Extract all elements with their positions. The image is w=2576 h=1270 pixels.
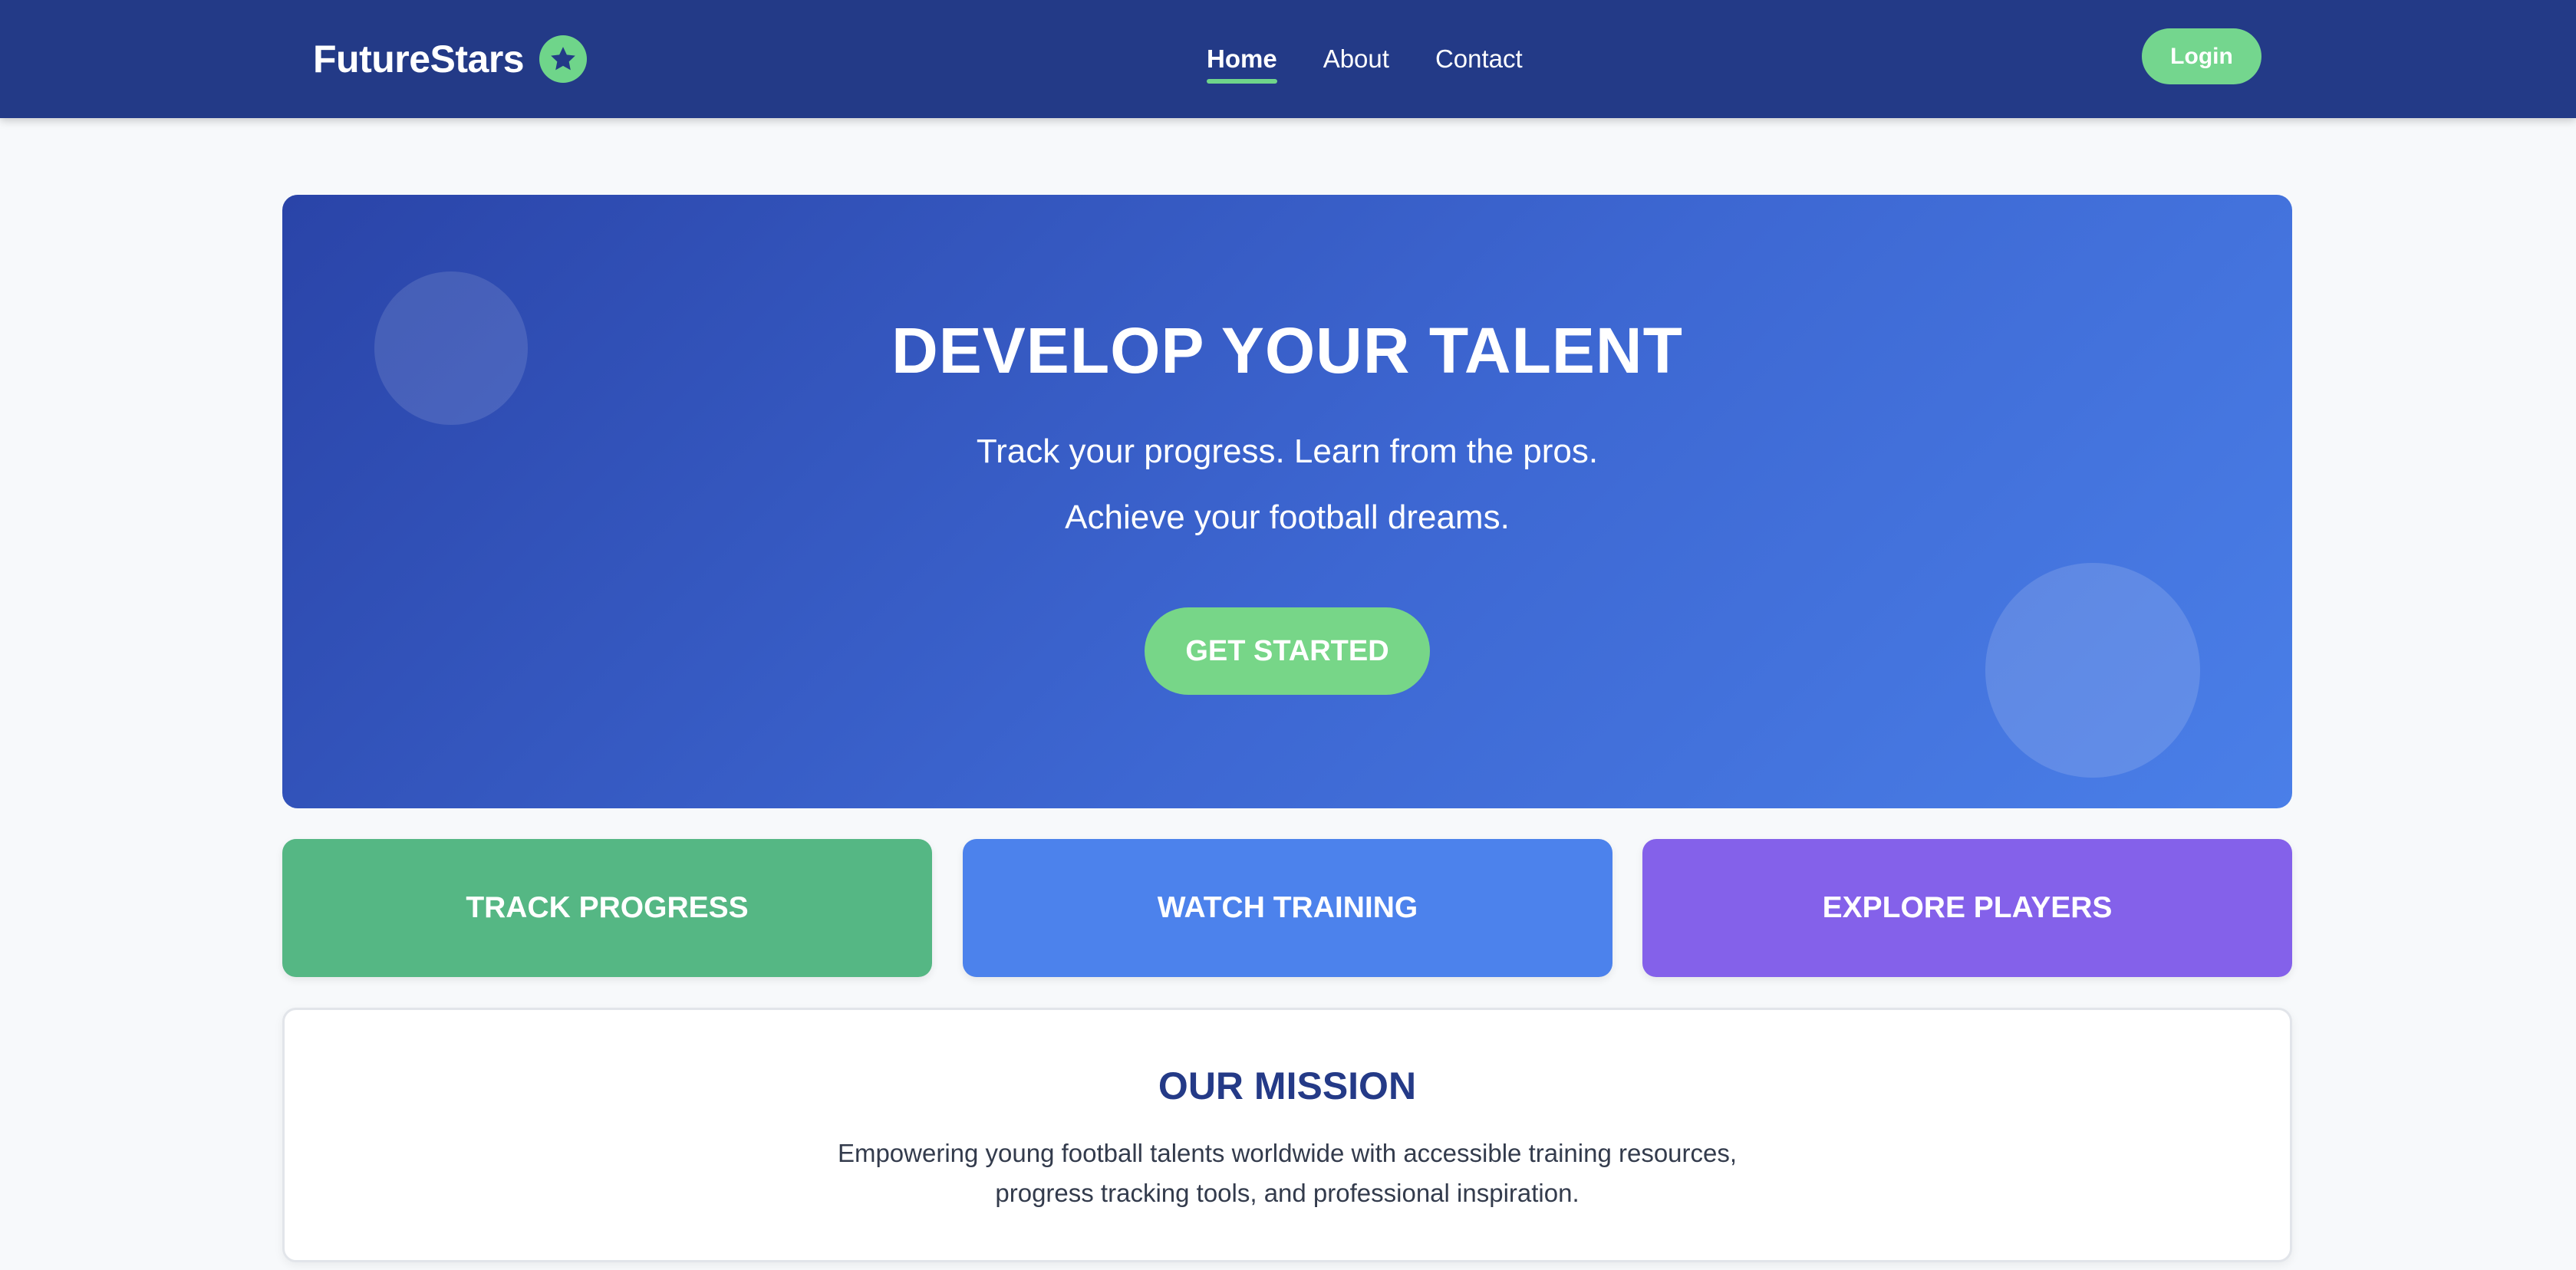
nav-link-about[interactable]: About [1323,31,1389,87]
hero-title: DEVELOP YOUR TALENT [891,314,1683,387]
brand-name: FutureStars [313,38,525,81]
track-progress-card[interactable]: TRACK PROGRESS [282,839,932,977]
mission-title: OUR MISSION [1158,1064,1417,1107]
star-icon [539,35,588,83]
nav-link-home[interactable]: Home [1207,31,1277,87]
mission-section: OUR MISSION Empowering young football ta… [282,1008,2292,1262]
nav-link-contact[interactable]: Contact [1435,31,1523,87]
brand-logo[interactable]: FutureStars [313,31,588,87]
mission-text-line1: Empowering young football talents worldw… [837,1139,1738,1167]
nav-menu: Home About Contact [1207,31,1569,87]
hero-subtitle-line1: Track your progress. Learn from the pros… [976,433,1599,470]
get-started-button[interactable]: GET STARTED [1145,607,1430,695]
hero-subtitle-line2: Achieve your football dreams. [1065,498,1510,536]
hero-banner: DEVELOP YOUR TALENT Track your progress.… [282,195,2292,808]
mission-text-line2: progress tracking tools, and professiona… [995,1179,1580,1207]
top-navbar: FutureStars Home About Contact Login [0,0,2576,118]
decorative-circle [1985,563,2200,778]
explore-players-card[interactable]: EXPLORE PLAYERS [1642,839,2292,977]
login-button[interactable]: Login [2142,28,2261,84]
watch-training-card[interactable]: WATCH TRAINING [963,839,1612,977]
